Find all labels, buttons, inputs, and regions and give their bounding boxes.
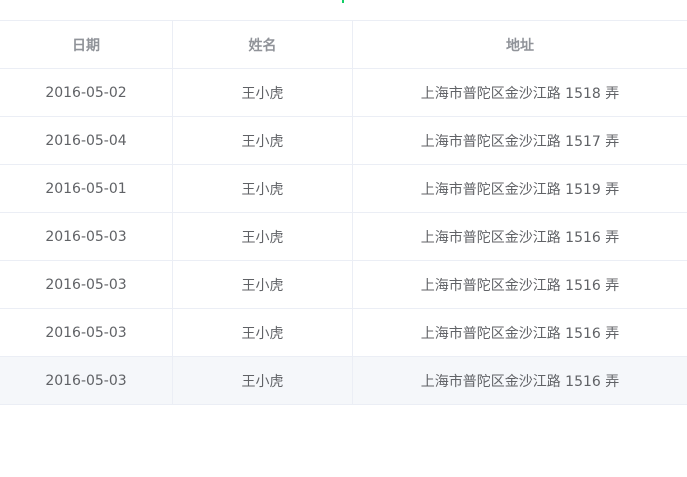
table-row[interactable]: 2016-05-01 王小虎 上海市普陀区金沙江路 1519 弄 <box>0 165 687 213</box>
cell-date: 2016-05-03 <box>0 213 173 260</box>
table-row[interactable]: 2016-05-03 王小虎 上海市普陀区金沙江路 1516 弄 <box>0 309 687 357</box>
cell-date: 2016-05-01 <box>0 165 173 212</box>
page: 日期 姓名 地址 2016-05-02 王小虎 上海市普陀区金沙江路 1518 … <box>0 0 687 477</box>
cell-address: 上海市普陀区金沙江路 1516 弄 <box>420 277 620 294</box>
cell-address: 上海市普陀区金沙江路 1516 弄 <box>420 229 620 246</box>
cell-date: 2016-05-03 <box>0 357 173 404</box>
cell-address: 上海市普陀区金沙江路 1516 弄 <box>420 373 620 390</box>
cell-date: 2016-05-03 <box>0 309 173 356</box>
cell-address: 上海市普陀区金沙江路 1518 弄 <box>420 85 620 102</box>
cell-name: 王小虎 <box>173 213 353 260</box>
cell-address: 上海市普陀区金沙江路 1517 弄 <box>420 133 620 150</box>
column-header-date[interactable]: 日期 <box>0 21 173 68</box>
column-header-address[interactable]: 地址 <box>353 21 687 68</box>
table-row[interactable]: 2016-05-03 王小虎 上海市普陀区金沙江路 1516 弄 <box>0 213 687 261</box>
column-header-name[interactable]: 姓名 <box>173 21 353 68</box>
cell-name: 王小虎 <box>173 165 353 212</box>
cell-date: 2016-05-04 <box>0 117 173 164</box>
table-row-hovered[interactable]: 2016-05-03 王小虎 上海市普陀区金沙江路 1516 弄 <box>0 357 687 405</box>
table-row[interactable]: 2016-05-04 王小虎 上海市普陀区金沙江路 1517 弄 <box>0 117 687 165</box>
accent-mark <box>342 0 344 3</box>
cell-name: 王小虎 <box>173 357 353 404</box>
cell-name: 王小虎 <box>173 117 353 164</box>
cell-date: 2016-05-02 <box>0 69 173 116</box>
cell-address: 上海市普陀区金沙江路 1516 弄 <box>420 325 620 342</box>
table-row[interactable]: 2016-05-03 王小虎 上海市普陀区金沙江路 1516 弄 <box>0 261 687 309</box>
cell-name: 王小虎 <box>173 69 353 116</box>
cell-name: 王小虎 <box>173 261 353 308</box>
data-table: 日期 姓名 地址 2016-05-02 王小虎 上海市普陀区金沙江路 1518 … <box>0 20 687 405</box>
table-row[interactable]: 2016-05-02 王小虎 上海市普陀区金沙江路 1518 弄 <box>0 69 687 117</box>
cell-date: 2016-05-03 <box>0 261 173 308</box>
cell-address: 上海市普陀区金沙江路 1519 弄 <box>420 181 620 198</box>
table-header: 日期 姓名 地址 <box>0 21 687 69</box>
cell-name: 王小虎 <box>173 309 353 356</box>
